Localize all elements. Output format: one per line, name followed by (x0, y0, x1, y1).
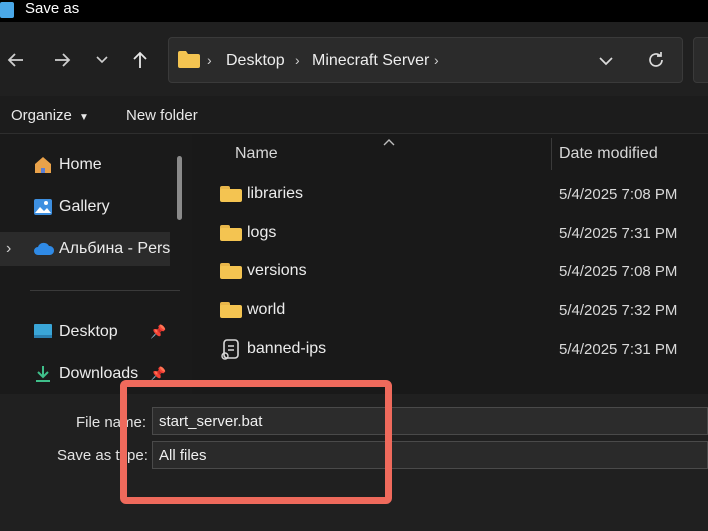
breadcrumb-chevron-icon: › (295, 52, 300, 68)
list-item[interactable]: versions 5/4/2025 7:08 PM (218, 252, 708, 290)
address-history-dropdown[interactable] (598, 54, 614, 72)
list-item[interactable]: world 5/4/2025 7:32 PM (218, 291, 708, 329)
refresh-icon (649, 52, 663, 67)
breadcrumb-chevron-icon: › (434, 52, 439, 68)
folder-icon (220, 186, 242, 202)
sidebar-divider (30, 290, 180, 291)
sidebar-item-onedrive[interactable]: › Альбина - Perso (0, 232, 170, 266)
folder-icon (220, 263, 242, 279)
expand-chevron-icon: › (6, 240, 12, 257)
list-item[interactable]: libraries 5/4/2025 7:08 PM (218, 175, 708, 213)
file-name: world (247, 301, 286, 318)
command-toolbar (0, 96, 708, 134)
downloads-icon (36, 366, 50, 382)
save-type-label: Save as type: (57, 447, 148, 464)
save-dialog-icon (0, 2, 14, 18)
pin-icon: 📌 (150, 324, 167, 339)
breadcrumb-chevron-icon: › (207, 52, 212, 68)
forward-button[interactable] (49, 47, 75, 73)
sort-ascending-icon (383, 133, 395, 151)
file-name: logs (247, 224, 277, 241)
sidebar-item-label: Home (59, 156, 102, 173)
sidebar-item-downloads[interactable]: Downloads 📌 (0, 357, 192, 391)
pin-icon: 📌 (150, 366, 167, 381)
onedrive-cloud-icon (34, 242, 55, 255)
column-header-name[interactable]: Name (235, 145, 278, 163)
file-date: 5/4/2025 7:31 PM (559, 224, 678, 242)
refresh-button[interactable] (646, 50, 666, 75)
organize-label: Organize (11, 107, 72, 124)
file-name: banned-ips (247, 340, 327, 357)
list-item[interactable]: logs 5/4/2025 7:31 PM (218, 214, 708, 252)
file-date: 5/4/2025 7:08 PM (559, 185, 678, 203)
folder-icon (220, 302, 242, 318)
chevron-down-icon (599, 57, 613, 66)
search-box[interactable] (693, 37, 708, 83)
new-folder-button[interactable]: New folder (126, 106, 198, 126)
gallery-icon (34, 199, 52, 215)
chevron-down-icon (96, 56, 108, 64)
organize-button[interactable]: Organize ▼ (11, 106, 89, 128)
column-divider[interactable] (551, 138, 552, 170)
arrow-up-icon (133, 51, 147, 68)
sidebar-item-gallery[interactable]: Gallery (0, 190, 192, 224)
file-date: 5/4/2025 7:31 PM (559, 340, 678, 358)
file-name-input[interactable]: start_server.bat (152, 407, 708, 435)
sidebar-item-desktop[interactable]: Desktop 📌 (0, 315, 192, 349)
sidebar-item-home[interactable]: Home (0, 148, 192, 182)
file-name: versions (247, 262, 307, 279)
desktop-icon (34, 324, 52, 338)
save-type-select[interactable]: All files (152, 441, 708, 469)
up-button[interactable] (127, 47, 153, 73)
sidebar-item-label: Альбина - Perso (59, 240, 170, 257)
script-file-icon (221, 339, 239, 360)
home-icon (35, 157, 51, 173)
sidebar-item-label: Downloads (59, 365, 139, 382)
arrow-left-icon (7, 53, 23, 67)
window-title: Save as (25, 0, 80, 17)
sidebar-item-label: Gallery (59, 198, 110, 215)
file-name: libraries (247, 185, 304, 202)
back-button[interactable] (3, 47, 29, 73)
file-date: 5/4/2025 7:32 PM (559, 301, 678, 319)
column-header-date-modified[interactable]: Date modified (559, 145, 658, 163)
file-date: 5/4/2025 7:08 PM (559, 262, 678, 280)
sidebar-item-label: Desktop (59, 323, 118, 340)
title-bar: Save as (0, 0, 708, 22)
sidebar-scrollbar[interactable] (177, 156, 182, 220)
breadcrumb-minecraft-server[interactable]: Minecraft Server (312, 51, 429, 71)
arrow-right-icon (55, 53, 71, 67)
file-name-label: File name: (76, 414, 147, 431)
address-folder-icon (178, 51, 200, 73)
recent-locations-button[interactable] (89, 47, 115, 73)
folder-icon (220, 225, 242, 241)
list-item[interactable]: banned-ips 5/4/2025 7:31 PM (218, 330, 708, 368)
breadcrumb-desktop[interactable]: Desktop (226, 51, 285, 71)
caret-down-icon: ▼ (79, 112, 89, 123)
